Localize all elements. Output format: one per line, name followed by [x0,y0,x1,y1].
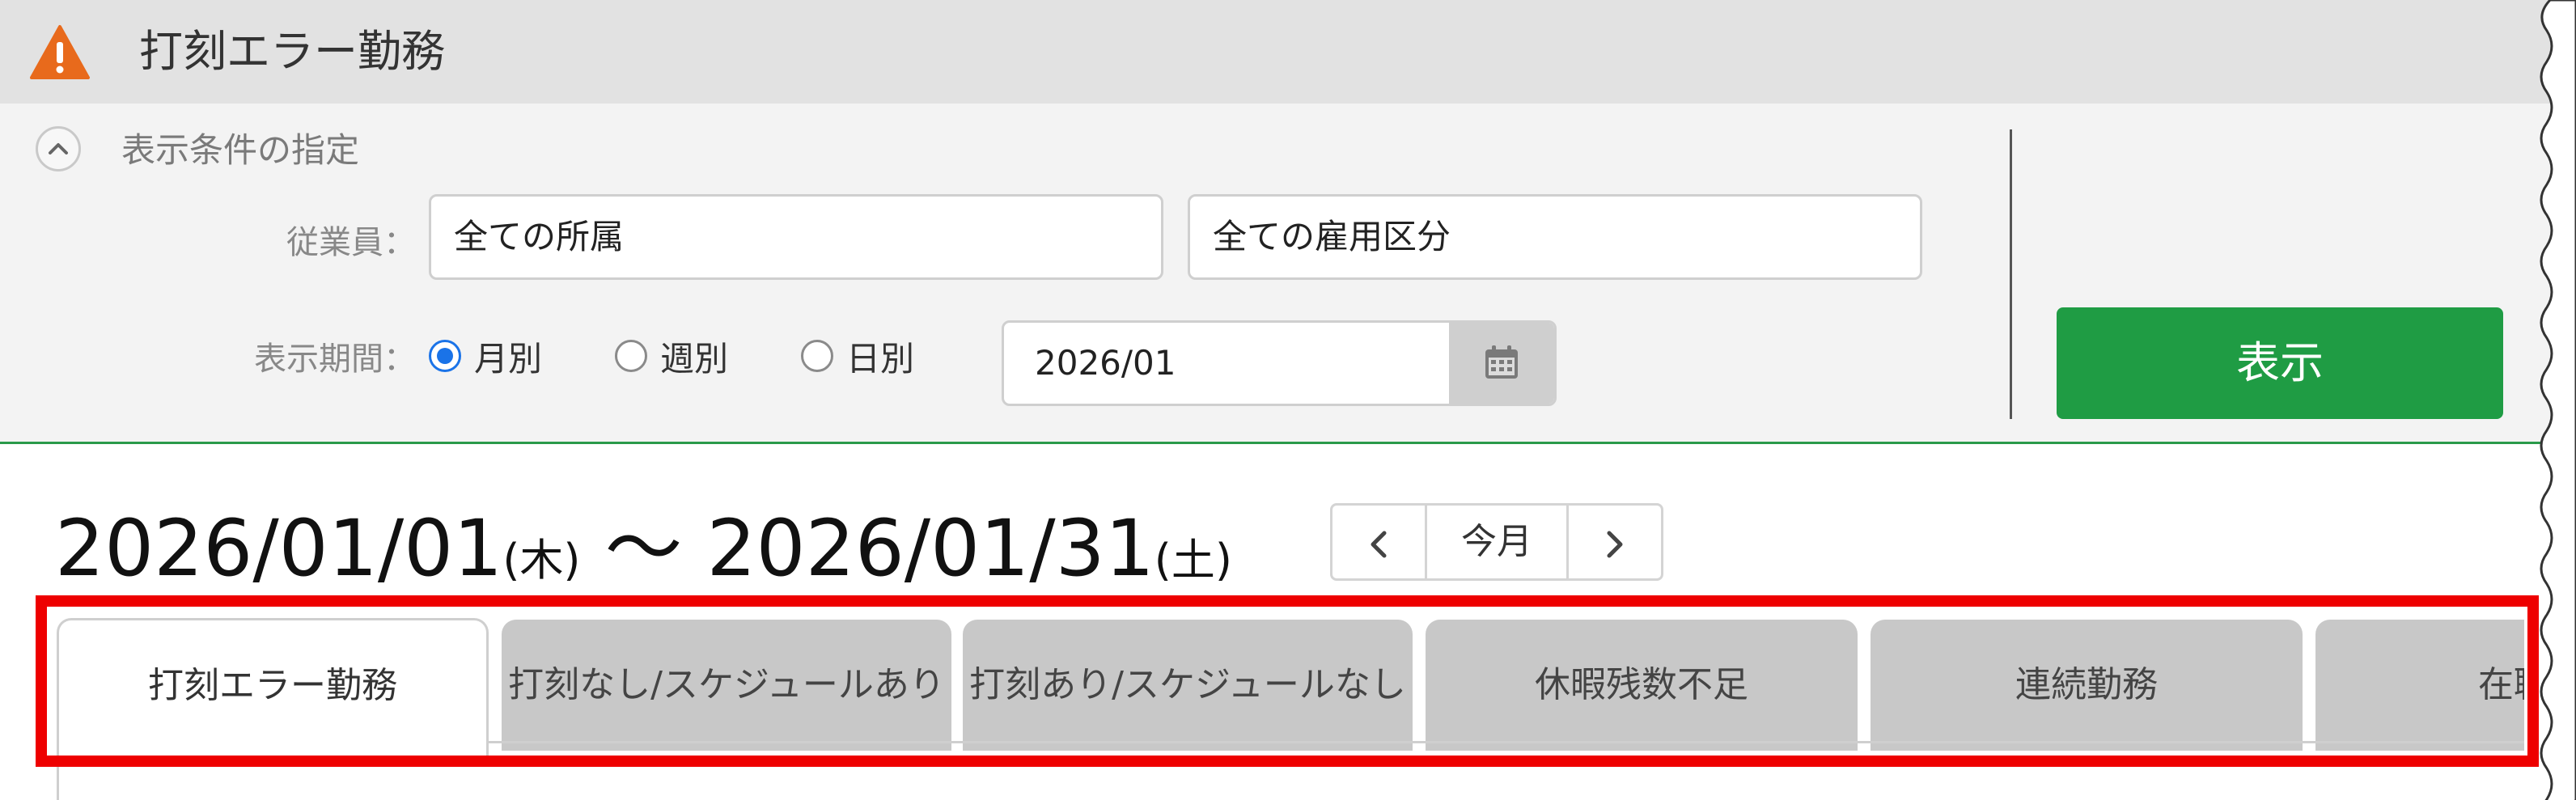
page-title: 打刻エラー勤務 [139,26,445,77]
department-select[interactable]: 全ての所属 [429,194,1163,280]
range-start-weekday: (木) [502,535,581,586]
calendar-icon [1485,345,1518,379]
chevron-left-icon [1371,531,1387,558]
range-start-date: 2026/01/01 [55,503,503,594]
range-separator: 〜 [604,503,683,594]
chevron-up-icon [49,143,68,154]
prev-month-button[interactable] [1332,506,1427,578]
tab-out-of-employment[interactable]: 在職外 [2315,620,2524,751]
tab-punch-error[interactable]: 打刻エラー勤務 [57,618,489,760]
employment-type-select[interactable]: 全ての雇用区分 [1188,194,1922,280]
range-end-date: 2026/01/31 [706,503,1155,594]
show-button[interactable]: 表示 [2057,307,2503,419]
radio-weekly-label: 週別 [660,339,729,379]
period-label: 表示期間： [254,341,416,378]
warning-icon [30,25,90,79]
tab-leave-shortage[interactable]: 休暇残数不足 [1426,620,1858,751]
month-pager: 今月 [1330,503,1663,581]
torn-edge [2540,0,2576,800]
radio-indicator [615,340,647,372]
radio-indicator [801,340,833,372]
tabs-baseline [489,741,2524,743]
tab-no-punch-with-schedule[interactable]: 打刻なし/スケジュールあり [502,620,951,751]
conditions-toggle-label[interactable]: 表示条件の指定 [121,128,359,173]
tab-bar: 打刻エラー勤務 打刻なし/スケジュールあり 打刻あり/スケジュールなし 休暇残数… [0,615,2524,760]
month-picker[interactable]: 2026/01 [1002,320,1557,406]
title-bar: 打刻エラー勤務 [0,0,2576,104]
radio-monthly-label: 月別 [474,339,543,379]
collapse-toggle-button[interactable] [36,126,81,171]
date-range-heading: 2026/01/01(木) 〜 2026/01/31(土) [55,485,1232,598]
tab-consecutive-work[interactable]: 連続勤務 [1871,620,2303,751]
radio-indicator [429,340,461,372]
month-input[interactable]: 2026/01 [1035,323,1176,404]
calendar-button[interactable] [1449,323,1554,404]
tab-punch-without-schedule[interactable]: 打刻あり/スケジュールなし [963,620,1413,751]
panel-divider [2010,129,2012,419]
this-month-button[interactable]: 今月 [1427,506,1566,578]
content-border [57,767,59,800]
employee-label: 従業員： [286,224,416,261]
radio-daily-label: 日別 [846,339,915,379]
range-end-weekday: (土) [1154,535,1232,586]
next-month-button[interactable] [1566,506,1661,578]
chevron-right-icon [1607,531,1623,558]
